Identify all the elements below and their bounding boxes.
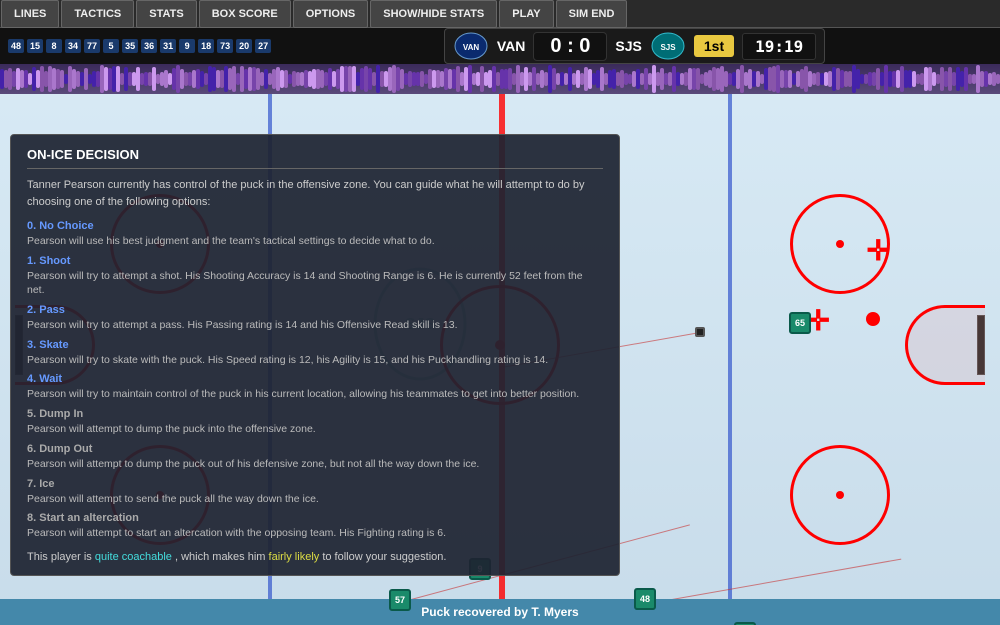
jersey-number: 31 — [160, 39, 176, 53]
decision-option-6[interactable]: 6. Dump Out Pearson will attempt to dump … — [27, 443, 603, 472]
nav-options[interactable]: OPTIONS — [293, 0, 369, 28]
player-token-65[interactable]: 65 — [789, 312, 811, 334]
option-label-8[interactable]: 8. Start an altercation — [27, 512, 603, 524]
rink: // Generate crowd pixels inline after lo… — [0, 64, 1000, 625]
option-desc-2: Pearson will try to attempt a pass. His … — [27, 318, 603, 333]
jersey-number: 18 — [198, 39, 214, 53]
target-top-right: ✛ — [867, 234, 890, 267]
option-desc-6: Pearson will attempt to dump the puck ou… — [27, 457, 603, 472]
jersey-number: 77 — [84, 39, 100, 53]
option-label-6[interactable]: 6. Dump Out — [27, 443, 603, 455]
jersey-number: 73 — [217, 39, 233, 53]
van-logo: VAN — [453, 31, 489, 61]
nav-play[interactable]: PLAY — [499, 0, 553, 28]
option-desc-0: Pearson will use his best judgment and t… — [27, 234, 603, 249]
decision-option-1[interactable]: 1. Shoot Pearson will try to attempt a sh… — [27, 255, 603, 298]
jersey-number: 5 — [103, 39, 119, 53]
player-token-48[interactable]: 48 — [634, 588, 656, 610]
decision-option-2[interactable]: 2. Pass Pearson will try to attempt a pas… — [27, 304, 603, 333]
coachable-line: This player is quite coachable , which m… — [27, 551, 603, 563]
jersey-number: 20 — [236, 39, 252, 53]
away-team-name: SJS — [615, 38, 641, 54]
score-display: 0 : 0 — [533, 32, 607, 61]
red-dot-right — [866, 312, 880, 326]
option-desc-5: Pearson will attempt to dump the puck in… — [27, 422, 603, 437]
nav-boxscore[interactable]: BOX SCORE — [199, 0, 291, 28]
jersey-number: 35 — [122, 39, 138, 53]
decision-panel: ON-ICE DECISION Tanner Pearson currently… — [10, 134, 620, 576]
option-label-7[interactable]: 7. Ice — [27, 478, 603, 490]
option-desc-8: Pearson will attempt to start an alterca… — [27, 526, 603, 541]
crowd-area: // Generate crowd pixels inline after lo… — [0, 64, 1000, 94]
jersey-number: 36 — [141, 39, 157, 53]
decision-options: 0. No Choice Pearson will use his best ju… — [27, 220, 603, 541]
jersey-number: 8 — [46, 39, 62, 53]
nav-showhide[interactable]: SHOW/HIDE STATS — [370, 0, 497, 28]
jersey-number: 34 — [65, 39, 81, 53]
decision-option-5[interactable]: 5. Dump In Pearson will attempt to dump t… — [27, 408, 603, 437]
puck — [695, 327, 705, 337]
decision-option-7[interactable]: 7. Ice Pearson will attempt to send the p… — [27, 478, 603, 507]
status-text: Puck recovered by T. Myers — [421, 605, 578, 619]
status-bar: Puck recovered by T. Myers — [0, 599, 1000, 625]
period-display: 1st — [694, 35, 734, 57]
shooting-line-3 — [655, 559, 901, 603]
sjs-logo: SJS — [650, 31, 686, 61]
blue-line-right — [728, 94, 732, 599]
jersey-number: 15 — [27, 39, 43, 53]
decision-intro: Tanner Pearson currently has control of … — [27, 177, 603, 210]
decision-option-3[interactable]: 3. Skate Pearson will try to skate with t… — [27, 339, 603, 368]
jersey-number: 48 — [8, 39, 24, 53]
nav-bar: LINES TACTICS STATS BOX SCORE OPTIONS SH… — [0, 0, 1000, 28]
decision-option-0[interactable]: 0. No Choice Pearson will use his best ju… — [27, 220, 603, 249]
decision-option-4[interactable]: 4. Wait Pearson will try to maintain cont… — [27, 373, 603, 402]
option-desc-7: Pearson will attempt to send the puck al… — [27, 492, 603, 507]
time-display: 19:19 — [742, 33, 816, 60]
svg-text:VAN: VAN — [463, 43, 480, 52]
jersey-numbers: 4815834775353631918732027 — [8, 39, 271, 53]
option-label-0[interactable]: 0. No Choice — [27, 220, 603, 232]
option-label-2[interactable]: 2. Pass — [27, 304, 603, 316]
decision-title: ON-ICE DECISION — [27, 147, 603, 169]
option-desc-3: Pearson will try to skate with the puck.… — [27, 353, 603, 368]
option-desc-4: Pearson will try to maintain control of … — [27, 387, 603, 402]
option-label-3[interactable]: 3. Skate — [27, 339, 603, 351]
score-panel: VAN VAN 0 : 0 SJS SJS 1st 19:19 — [444, 28, 825, 64]
nav-lines[interactable]: LINES — [1, 0, 59, 28]
option-label-5[interactable]: 5. Dump In — [27, 408, 603, 420]
decision-option-8[interactable]: 8. Start an altercation Pearson will atte… — [27, 512, 603, 541]
option-desc-1: Pearson will try to attempt a shot. His … — [27, 269, 603, 298]
nav-stats[interactable]: STATS — [136, 0, 196, 28]
nav-simend[interactable]: SIM END — [556, 0, 628, 28]
svg-text:SJS: SJS — [660, 43, 676, 52]
option-label-4[interactable]: 4. Wait — [27, 373, 603, 385]
home-team-name: VAN — [497, 38, 526, 54]
player-token-57[interactable]: 57 — [389, 589, 411, 611]
faceoff-circle-bottom-right — [790, 445, 890, 545]
nav-tactics[interactable]: TACTICS — [61, 0, 134, 28]
scoreboard: 4815834775353631918732027 VAN VAN 0 : 0 … — [0, 28, 1000, 64]
jersey-number: 9 — [179, 39, 195, 53]
crease-right — [905, 305, 985, 385]
option-label-1[interactable]: 1. Shoot — [27, 255, 603, 267]
jersey-number: 27 — [255, 39, 271, 53]
